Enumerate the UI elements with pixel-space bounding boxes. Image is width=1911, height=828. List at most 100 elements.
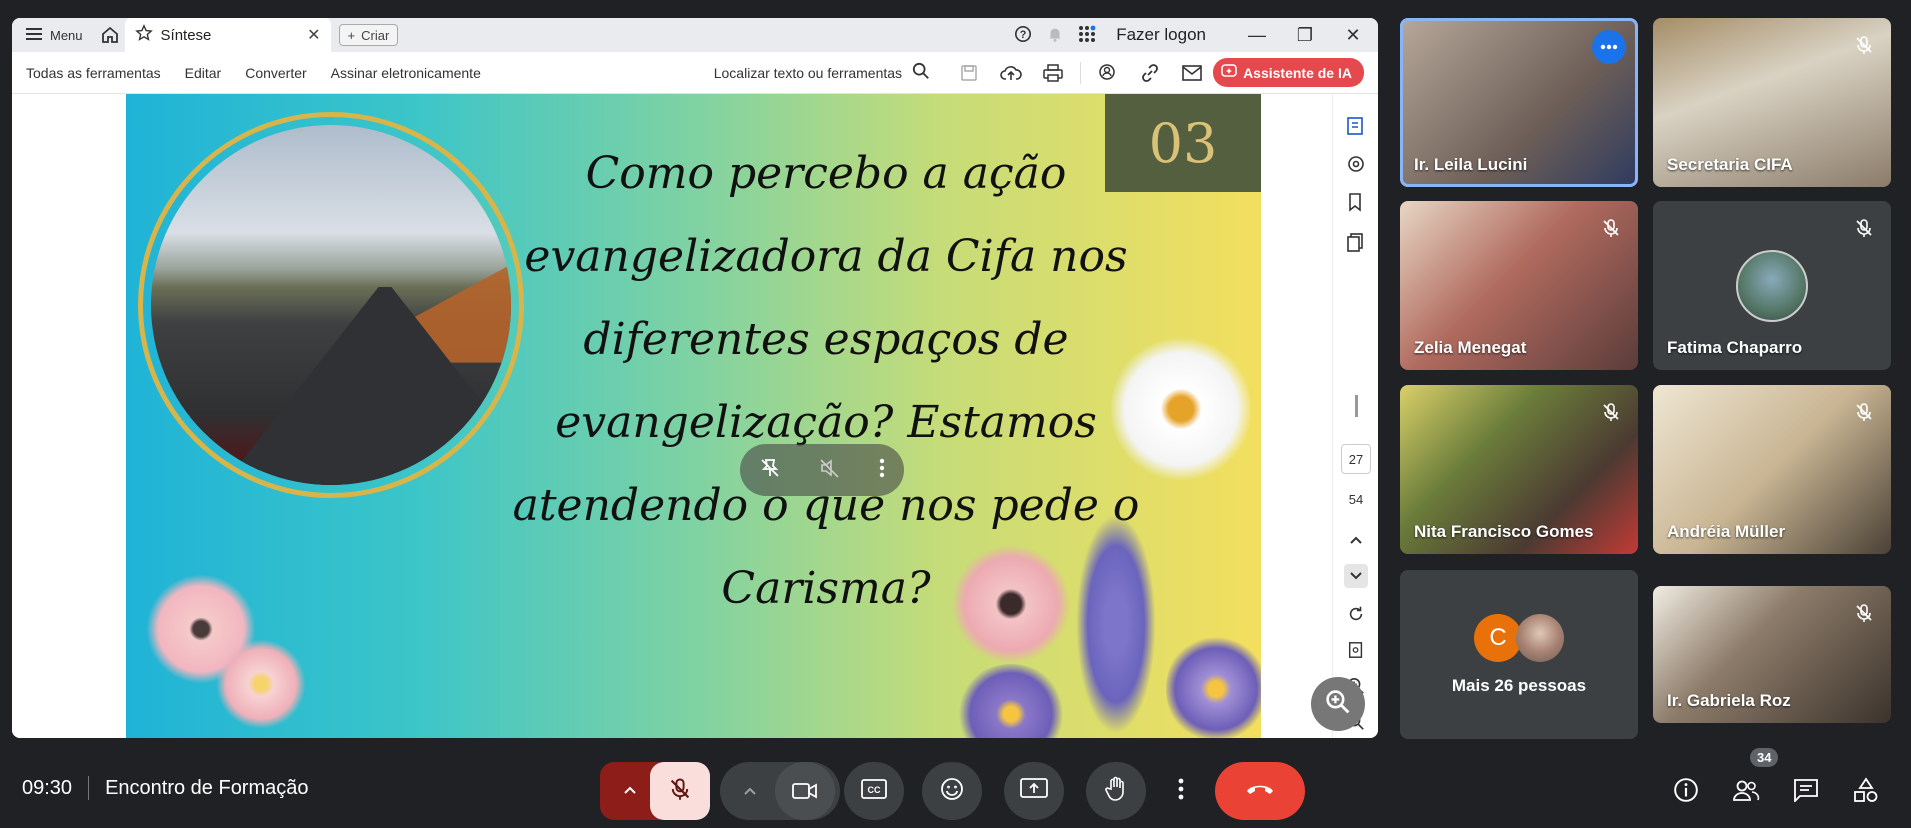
closed-captions-icon: CC [861, 778, 887, 804]
more-participants-tile[interactable]: C Mais 26 pessoas [1400, 570, 1638, 739]
flower-decoration [1166, 634, 1261, 738]
signin-link[interactable]: Fazer logon [1116, 25, 1206, 45]
more-options-button[interactable] [1164, 762, 1198, 820]
avatar [1516, 613, 1564, 662]
participant-count-badge: 34 [1750, 748, 1779, 767]
more-vert-icon[interactable] [879, 458, 885, 483]
participant-name: Ir. Gabriela Roz [1667, 691, 1791, 710]
slide-question: Como percebo a ação evangelizadora da Ci… [512, 148, 1140, 614]
apps-grid-icon[interactable] [1078, 25, 1096, 46]
participant-tile[interactable]: Secretaria CIFA [1653, 18, 1891, 187]
pdf-toolbar: Todas as ferramentas Editar Converter As… [12, 52, 1378, 94]
info-icon[interactable] [1670, 774, 1702, 806]
activities-icon[interactable] [1850, 774, 1882, 806]
zoom-fab-button[interactable] [1311, 677, 1365, 731]
resize-handle[interactable] [1353, 394, 1359, 418]
link-icon[interactable] [1137, 60, 1163, 86]
present-screen-icon [1020, 777, 1048, 805]
restore-icon[interactable]: ❐ [1288, 25, 1322, 46]
participant-name: Nita Francisco Gomes [1414, 522, 1594, 541]
leave-call-button[interactable] [1215, 762, 1305, 820]
page-settings-icon[interactable] [1344, 638, 1368, 662]
participant-tile[interactable]: Fatima Chaparro [1653, 201, 1891, 370]
find-tools[interactable]: Localizar texto ou ferramentas [714, 62, 930, 83]
ai-sparkle-icon [1221, 63, 1237, 82]
camera-group [720, 762, 840, 820]
flower-decoration [1111, 334, 1251, 484]
participant-tile[interactable]: Zelia Menegat [1400, 201, 1638, 370]
share-user-icon[interactable] [1095, 60, 1121, 86]
participant-name: Zelia Menegat [1414, 338, 1527, 357]
bookmark-icon[interactable] [1344, 190, 1368, 214]
home-icon[interactable] [95, 20, 125, 50]
total-pages: 54 [1348, 492, 1364, 507]
close-tab-icon[interactable]: ✕ [307, 25, 320, 45]
video-options-chevron[interactable] [725, 786, 775, 796]
chevron-up-icon [623, 782, 637, 800]
upload-cloud-icon[interactable] [998, 60, 1024, 86]
participant-tile[interactable]: Nita Francisco Gomes [1400, 385, 1638, 554]
participant-tile[interactable]: Ir. Gabriela Roz [1653, 586, 1891, 723]
emoji-icon [940, 777, 964, 806]
reactions-button[interactable] [922, 762, 982, 820]
browser-tabbar: Menu Síntese ✕ + Criar ? Fazer logon — ❐… [12, 18, 1378, 52]
road-photo [138, 112, 524, 498]
end-call-icon [1245, 782, 1275, 801]
toolbar-divider [1080, 61, 1082, 84]
more-options-icon[interactable] [1592, 30, 1626, 64]
participant-name: Fatima Chaparro [1667, 338, 1803, 357]
tab-sintese[interactable]: Síntese ✕ [124, 18, 331, 52]
flower-decoration [1076, 514, 1156, 734]
menu-sign[interactable]: Assinar eletronicamente [331, 65, 481, 81]
menu-label: Menu [50, 27, 83, 43]
present-button[interactable] [1004, 762, 1064, 820]
star-icon[interactable] [134, 24, 153, 46]
mic-off-icon [1851, 32, 1877, 58]
divider [88, 776, 90, 800]
document-viewer[interactable]: 03 Como percebo a ação evangelizadora da… [12, 94, 1332, 738]
flower-decoration [951, 544, 1071, 664]
presenter-controls [740, 444, 904, 496]
svg-text:?: ? [1020, 29, 1027, 41]
chat-icon[interactable] [1790, 774, 1822, 806]
menu-convert[interactable]: Converter [245, 65, 306, 81]
meeting-title: Encontro de Formação [105, 776, 309, 799]
more-participants-label: Mais 26 pessoas [1451, 675, 1587, 695]
search-icon [912, 62, 930, 83]
pdf-side-tools: 27 54 [1332, 94, 1378, 738]
captions-button[interactable]: CC [844, 762, 904, 820]
ai-assistant-button[interactable]: Assistente de IA [1213, 58, 1364, 87]
edit-document-icon[interactable] [1344, 114, 1368, 138]
mic-off-icon [668, 777, 692, 806]
current-page-field[interactable]: 27 [1341, 444, 1371, 474]
unpin-icon[interactable] [759, 457, 781, 484]
menu-edit[interactable]: Editar [185, 65, 222, 81]
print-icon[interactable] [1040, 60, 1066, 86]
close-window-icon[interactable]: ✕ [1336, 25, 1370, 46]
meeting-time: 09:30 [22, 776, 73, 799]
chevron-up-icon[interactable] [1344, 528, 1368, 552]
menu-button[interactable]: Menu [12, 27, 95, 44]
chevron-down-icon[interactable] [1344, 564, 1368, 588]
meeting-info: 09:30 Encontro de Formação [22, 776, 309, 800]
hamburger-icon [26, 27, 42, 44]
new-tab-label: Criar [361, 27, 390, 43]
menu-all-tools[interactable]: Todas as ferramentas [26, 65, 161, 81]
tab-title: Síntese [160, 26, 212, 44]
minimize-icon[interactable]: — [1240, 25, 1274, 46]
mail-icon[interactable] [1179, 60, 1205, 86]
rotate-icon[interactable] [1344, 602, 1368, 626]
mic-toggle-button[interactable] [650, 762, 710, 820]
participant-tile[interactable]: Ir. Leila Lucini [1400, 18, 1638, 187]
save-icon[interactable] [956, 60, 982, 86]
participant-tile[interactable]: Andréia Müller [1653, 385, 1891, 554]
camera-button[interactable] [775, 762, 835, 820]
comment-icon[interactable] [1344, 152, 1368, 176]
raise-hand-button[interactable] [1086, 762, 1146, 820]
new-tab-button[interactable]: + Criar [338, 24, 399, 46]
bell-icon[interactable] [1046, 25, 1064, 46]
mute-speaker-icon[interactable] [819, 457, 841, 484]
pages-icon[interactable] [1344, 230, 1368, 254]
people-icon[interactable] [1730, 774, 1762, 806]
help-icon[interactable]: ? [1014, 25, 1032, 46]
